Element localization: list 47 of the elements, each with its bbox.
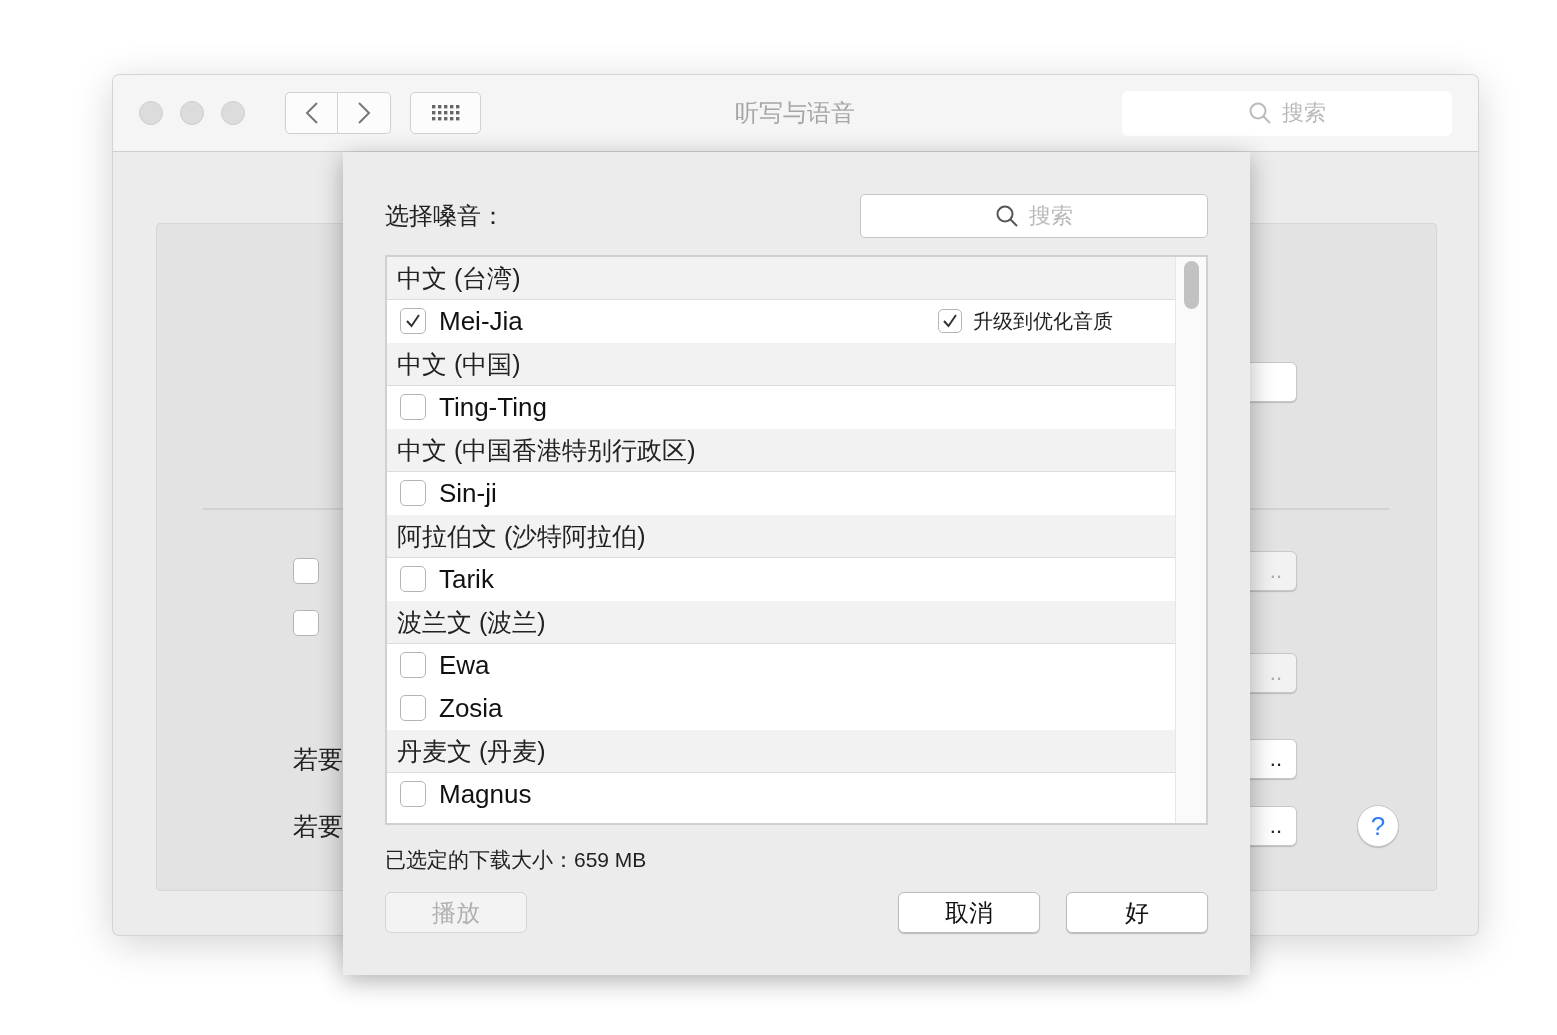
search-icon bbox=[995, 204, 1019, 228]
checkbox[interactable] bbox=[400, 652, 426, 678]
download-size-label: 已选定的下载大小：659 MB bbox=[385, 847, 648, 870]
voice-name: Tarik bbox=[439, 563, 494, 595]
checkbox-label: 升级到优化音质 bbox=[973, 308, 1113, 334]
checkbox[interactable] bbox=[400, 695, 426, 721]
voice-name: Magnus bbox=[439, 778, 532, 810]
search-icon bbox=[1248, 101, 1272, 125]
checkbox[interactable] bbox=[293, 558, 319, 584]
checkbox[interactable] bbox=[400, 480, 426, 506]
chevron-right-icon bbox=[357, 101, 371, 125]
back-button[interactable] bbox=[285, 92, 338, 134]
language-header: 中文 (台湾) bbox=[397, 262, 521, 294]
language-header: 中文 (中国) bbox=[397, 348, 521, 380]
checkmark-icon bbox=[404, 312, 422, 330]
checkbox[interactable] bbox=[293, 610, 319, 636]
show-all-button[interactable] bbox=[410, 92, 481, 134]
search-field[interactable]: 搜索 bbox=[860, 194, 1208, 238]
cancel-button[interactable]: 取消 bbox=[898, 892, 1040, 933]
language-header: 丹麦文 (丹麦) bbox=[397, 735, 546, 767]
voice-name: Ting-Ting bbox=[439, 391, 547, 423]
voice-name: Sin-ji bbox=[439, 477, 497, 509]
checkbox[interactable] bbox=[938, 309, 962, 333]
search-field[interactable]: 搜索 bbox=[1122, 90, 1452, 136]
window-title: 听写与语音 bbox=[734, 98, 856, 128]
checkbox[interactable] bbox=[400, 394, 426, 420]
setting-label: 若要 bbox=[293, 810, 343, 842]
window-control[interactable] bbox=[221, 101, 245, 125]
ok-button[interactable]: 好 bbox=[1066, 892, 1208, 933]
setting-label: 若要 bbox=[293, 743, 343, 775]
checkbox[interactable] bbox=[400, 308, 426, 334]
checkbox[interactable] bbox=[400, 781, 426, 807]
window-control[interactable] bbox=[180, 101, 204, 125]
forward-button[interactable] bbox=[338, 92, 391, 134]
language-header: 中文 (中国香港特别行政区) bbox=[397, 434, 696, 466]
voice-name: Ewa bbox=[439, 649, 490, 681]
voice-name: Mei-Jia bbox=[439, 305, 523, 337]
language-header: 阿拉伯文 (沙特阿拉伯) bbox=[397, 520, 646, 552]
scrollbar-thumb[interactable] bbox=[1183, 261, 1199, 309]
help-button[interactable]: ? bbox=[1357, 805, 1399, 847]
checkmark-icon bbox=[941, 312, 959, 330]
voice-prompt-label: 选择嗓音： bbox=[385, 201, 505, 231]
window-control[interactable] bbox=[139, 101, 163, 125]
voice-name: Zosia bbox=[439, 692, 503, 724]
checkbox[interactable] bbox=[400, 566, 426, 592]
language-header: 波兰文 (波兰) bbox=[397, 606, 546, 638]
chevron-left-icon bbox=[304, 101, 319, 125]
